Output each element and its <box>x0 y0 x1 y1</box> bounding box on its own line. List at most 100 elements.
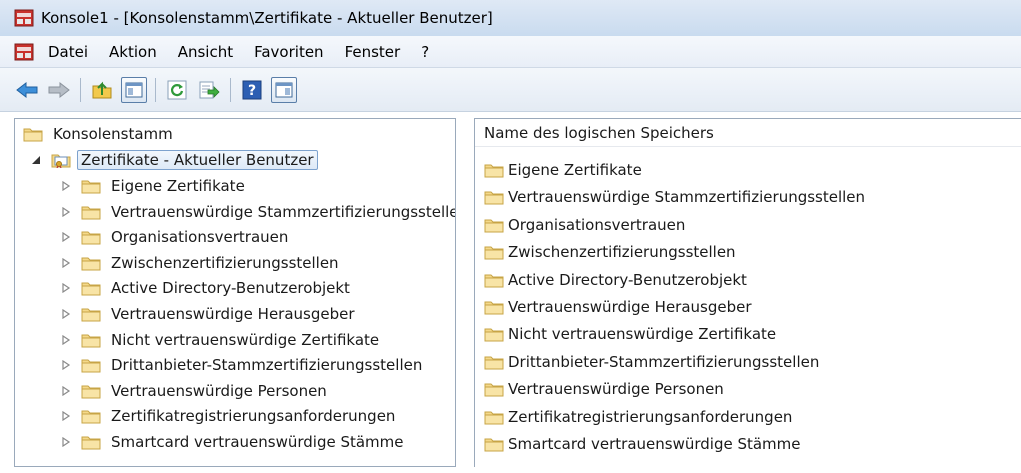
show-hide-tree-button[interactable] <box>121 76 147 103</box>
tree-item-label: Vertrauenswürdige Stammzertifizierungsst… <box>111 202 456 221</box>
list-item-label: Active Directory-Benutzerobjekt <box>508 270 747 289</box>
list-item[interactable]: Organisationsvertrauen <box>484 214 685 236</box>
tree-item[interactable]: Zwischenzertifizierungsstellen <box>59 250 339 276</box>
list-item[interactable]: Active Directory-Benutzerobjekt <box>484 269 747 291</box>
list-item[interactable]: Zwischenzertifizierungsstellen <box>484 241 736 263</box>
folder-icon <box>81 410 101 424</box>
list-item-label: Zwischenzertifizierungsstellen <box>508 243 736 262</box>
list-item[interactable]: Drittanbieter-Stammzertifizierungsstelle… <box>484 351 819 373</box>
help-icon: ? <box>242 80 262 99</box>
refresh-button[interactable] <box>164 77 190 103</box>
refresh-icon <box>167 80 187 99</box>
up-folder-icon <box>92 81 112 98</box>
list-item[interactable]: Vertrauenswürdige Stammzertifizierungsst… <box>484 186 865 208</box>
expand-arrow-icon[interactable] <box>59 281 73 295</box>
tree-item[interactable]: Vertrauenswürdige Stammzertifizierungsst… <box>59 199 456 225</box>
expand-arrow-icon[interactable] <box>59 256 73 270</box>
list-item-label: Smartcard vertrauenswürdige Stämme <box>508 435 801 453</box>
tree-item[interactable]: Zertifikatregistrierungsanforderungen <box>59 403 395 429</box>
svg-text:?: ? <box>248 83 256 99</box>
folder-icon <box>484 301 504 315</box>
window-title: Konsole1 - [Konsolenstamm\Zertifikate - … <box>41 9 493 27</box>
mmc-window: Konsole1 - [Konsolenstamm\Zertifikate - … <box>0 0 1021 473</box>
menu-help[interactable]: ? <box>421 43 429 61</box>
folder-icon <box>484 356 504 370</box>
tree-item[interactable]: Smartcard vertrauenswürdige Stämme <box>59 429 404 455</box>
expand-arrow-icon[interactable] <box>59 384 73 398</box>
back-icon <box>16 81 38 98</box>
up-folder-button[interactable] <box>89 77 115 103</box>
tree-item[interactable]: Vertrauenswürdige Personen <box>59 378 327 404</box>
folder-icon <box>81 436 101 450</box>
expand-arrow-icon[interactable] <box>59 307 73 321</box>
menu-ansicht[interactable]: Ansicht <box>178 43 233 61</box>
export-list-button[interactable] <box>196 77 222 103</box>
tree-item[interactable]: Eigene Zertifikate <box>59 173 245 199</box>
certificate-store-icon <box>51 154 71 168</box>
forward-icon <box>48 81 70 98</box>
folder-icon <box>81 385 101 399</box>
tree-root-label: Konsolenstamm <box>53 125 173 143</box>
export-list-icon <box>199 81 220 98</box>
tree-item-label: Organisationsvertrauen <box>111 228 289 247</box>
toolbar: ? <box>0 68 1021 112</box>
list-item[interactable]: Eigene Zertifikate <box>484 159 642 181</box>
list-item[interactable]: Vertrauenswürdige Herausgeber <box>484 296 752 318</box>
column-header-name[interactable]: Name des logischen Speichers <box>475 119 1021 147</box>
list-item-label: Eigene Zertifikate <box>508 161 642 179</box>
folder-icon <box>484 246 504 260</box>
list-item[interactable]: Nicht vertrauenswürdige Zertifikate <box>484 323 776 345</box>
menu-favoriten[interactable]: Favoriten <box>254 43 323 61</box>
console-tree-pane[interactable]: Konsolenstamm Zertifikate - Aktueller Be… <box>14 118 456 467</box>
toolbar-separator <box>155 77 156 102</box>
list-item-label: Organisationsvertrauen <box>508 215 686 234</box>
forward-button[interactable] <box>46 77 72 103</box>
list-item-label: Nicht vertrauenswürdige Zertifikate <box>508 325 777 344</box>
expand-arrow-icon[interactable] <box>59 358 73 372</box>
list-item[interactable]: Vertrauenswürdige Personen <box>484 378 724 400</box>
tree-item[interactable]: Drittanbieter-Stammzertifizierungsstelle… <box>59 352 422 378</box>
folder-icon <box>81 334 101 348</box>
expand-arrow-icon[interactable] <box>59 435 73 449</box>
collapse-arrow-icon[interactable] <box>29 153 43 167</box>
list-item[interactable]: Zertifikatregistrierungsanforderungen <box>484 406 792 428</box>
help-button[interactable]: ? <box>239 77 265 103</box>
tree-item[interactable]: Active Directory-Benutzerobjekt <box>59 275 350 301</box>
show-hide-action-pane-button[interactable] <box>271 76 297 103</box>
menu-bar: Datei Aktion Ansicht Favoriten Fenster ? <box>0 36 1021 68</box>
tree-item-label: Drittanbieter-Stammzertifizierungsstelle… <box>111 356 423 375</box>
tree-snapin-label: Zertifikate - Aktueller Benutzer <box>77 150 318 170</box>
expand-arrow-icon[interactable] <box>59 333 73 347</box>
folder-icon <box>484 383 504 397</box>
result-pane[interactable]: Name des logischen Speichers Eigene Zert… <box>474 118 1021 467</box>
folder-icon <box>81 359 101 373</box>
pane-area: Konsolenstamm Zertifikate - Aktueller Be… <box>0 112 1021 473</box>
title-bar[interactable]: Konsole1 - [Konsolenstamm\Zertifikate - … <box>0 0 1021 36</box>
tree-item[interactable]: Organisationsvertrauen <box>59 224 288 250</box>
tree-root[interactable]: Konsolenstamm <box>23 121 173 147</box>
expand-arrow-icon[interactable] <box>59 179 73 193</box>
list-item-label: Drittanbieter-Stammzertifizierungsstelle… <box>508 352 820 371</box>
tree-snapin[interactable]: Zertifikate - Aktueller Benutzer <box>29 147 318 173</box>
tree-item-label: Zertifikatregistrierungsanforderungen <box>111 407 396 426</box>
expand-arrow-icon[interactable] <box>59 409 73 423</box>
expand-arrow-icon[interactable] <box>59 205 73 219</box>
folder-icon <box>81 231 101 245</box>
back-button[interactable] <box>14 77 40 103</box>
show-hide-tree-icon <box>125 82 143 97</box>
folder-icon <box>81 282 101 296</box>
folder-icon <box>23 128 43 142</box>
list-item[interactable]: Smartcard vertrauenswürdige Stämme <box>484 433 801 455</box>
menu-aktion[interactable]: Aktion <box>109 43 157 61</box>
expand-arrow-icon[interactable] <box>59 230 73 244</box>
tree-item[interactable]: Nicht vertrauenswürdige Zertifikate <box>59 327 379 353</box>
console-menu-icon[interactable] <box>14 43 34 61</box>
menu-fenster[interactable]: Fenster <box>345 43 401 61</box>
folder-icon <box>81 257 101 271</box>
tree-item[interactable]: Vertrauenswürdige Herausgeber <box>59 301 355 327</box>
folder-icon <box>484 438 504 452</box>
menu-datei[interactable]: Datei <box>48 43 88 61</box>
folder-icon <box>81 308 101 322</box>
list-item-label: Zertifikatregistrierungsanforderungen <box>508 407 793 426</box>
tree-item-label: Vertrauenswürdige Herausgeber <box>111 305 355 323</box>
